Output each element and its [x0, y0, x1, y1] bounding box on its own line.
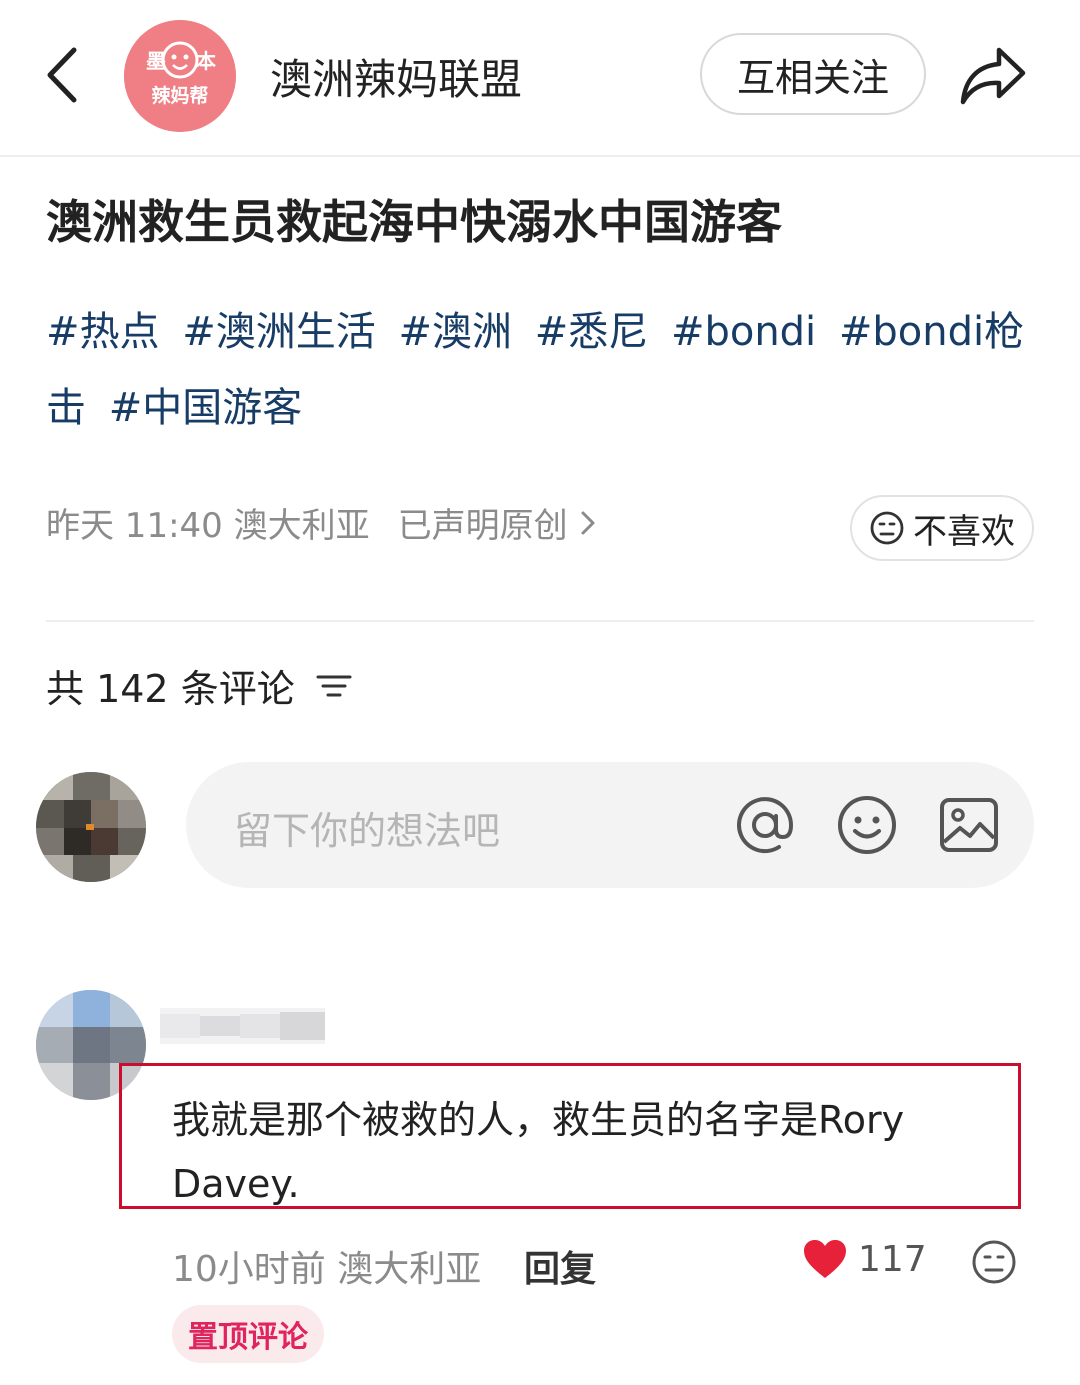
comment-text: 我就是那个被救的人，救生员的名字是Rory Davey. [172, 1098, 905, 1206]
comment-count-label: 共 142 条评论 [46, 667, 295, 711]
brand-logo: 墨 本 辣妈帮 [124, 20, 236, 132]
at-icon[interactable] [734, 794, 796, 856]
reply-button[interactable]: 回复 [524, 1240, 596, 1292]
original-declaration-link[interactable]: 已声明原创 [398, 498, 568, 547]
svg-text:墨: 墨 [146, 49, 166, 73]
svg-text:辣妈帮: 辣妈帮 [151, 84, 208, 107]
tag-link[interactable]: #悉尼 [535, 309, 649, 355]
author-avatar[interactable]: 墨 本 辣妈帮 [124, 20, 236, 132]
tag-link[interactable]: #热点 [46, 309, 160, 355]
tag-link[interactable]: #澳洲 [398, 309, 512, 355]
tag-list: #热点 #澳洲生活 #澳洲 #悉尼 #bondi #bondi枪击 #中国游客 [46, 294, 1041, 446]
post-meta: 昨天 11:40 澳大利亚 已声明原创 [46, 498, 598, 547]
comment-dislike-button[interactable] [970, 1238, 1018, 1286]
author-name[interactable]: 澳洲辣妈联盟 [270, 46, 522, 107]
comment-count: 共 142 条评论 [46, 658, 353, 713]
post-title: 澳洲救生员救起海中快溺水中国游客 [46, 195, 782, 249]
top-bar: 墨 本 辣妈帮 澳洲辣妈联盟 互相关注 [0, 0, 1080, 157]
share-button[interactable] [955, 40, 1031, 110]
sad-face-icon [972, 1240, 1016, 1284]
tag-link[interactable]: #bondi [671, 309, 816, 355]
back-icon [47, 47, 77, 103]
share-icon [960, 47, 1026, 105]
chevron-right-icon [581, 511, 595, 534]
sad-face-icon [870, 511, 904, 545]
commenter-name-blurred[interactable] [160, 1008, 325, 1044]
like-count: 117 [858, 1238, 927, 1280]
tag-link[interactable]: #中国游客 [109, 385, 303, 431]
tag-link[interactable]: #澳洲生活 [182, 309, 376, 355]
follow-button[interactable]: 互相关注 [700, 33, 926, 115]
heart-icon [804, 1240, 846, 1278]
comment-input[interactable]: 留下你的想法吧 [186, 762, 1034, 888]
post-time-location: 昨天 11:40 澳大利亚 [46, 506, 370, 546]
comment-input-placeholder: 留下你的想法吧 [234, 809, 501, 853]
pinned-badge: 置顶评论 [172, 1305, 324, 1363]
sort-icon[interactable] [315, 671, 353, 701]
dislike-button[interactable]: 不喜欢 [850, 495, 1034, 561]
svg-text:本: 本 [196, 49, 216, 73]
emoji-icon[interactable] [836, 794, 898, 856]
my-avatar [36, 772, 146, 882]
comment-time-location: 10小时前 澳大利亚 [172, 1249, 482, 1290]
like-button[interactable]: 117 [802, 1238, 927, 1280]
divider [46, 620, 1034, 622]
back-button[interactable] [38, 44, 88, 106]
dislike-label: 不喜欢 [913, 511, 1015, 552]
image-icon[interactable] [938, 794, 1000, 856]
